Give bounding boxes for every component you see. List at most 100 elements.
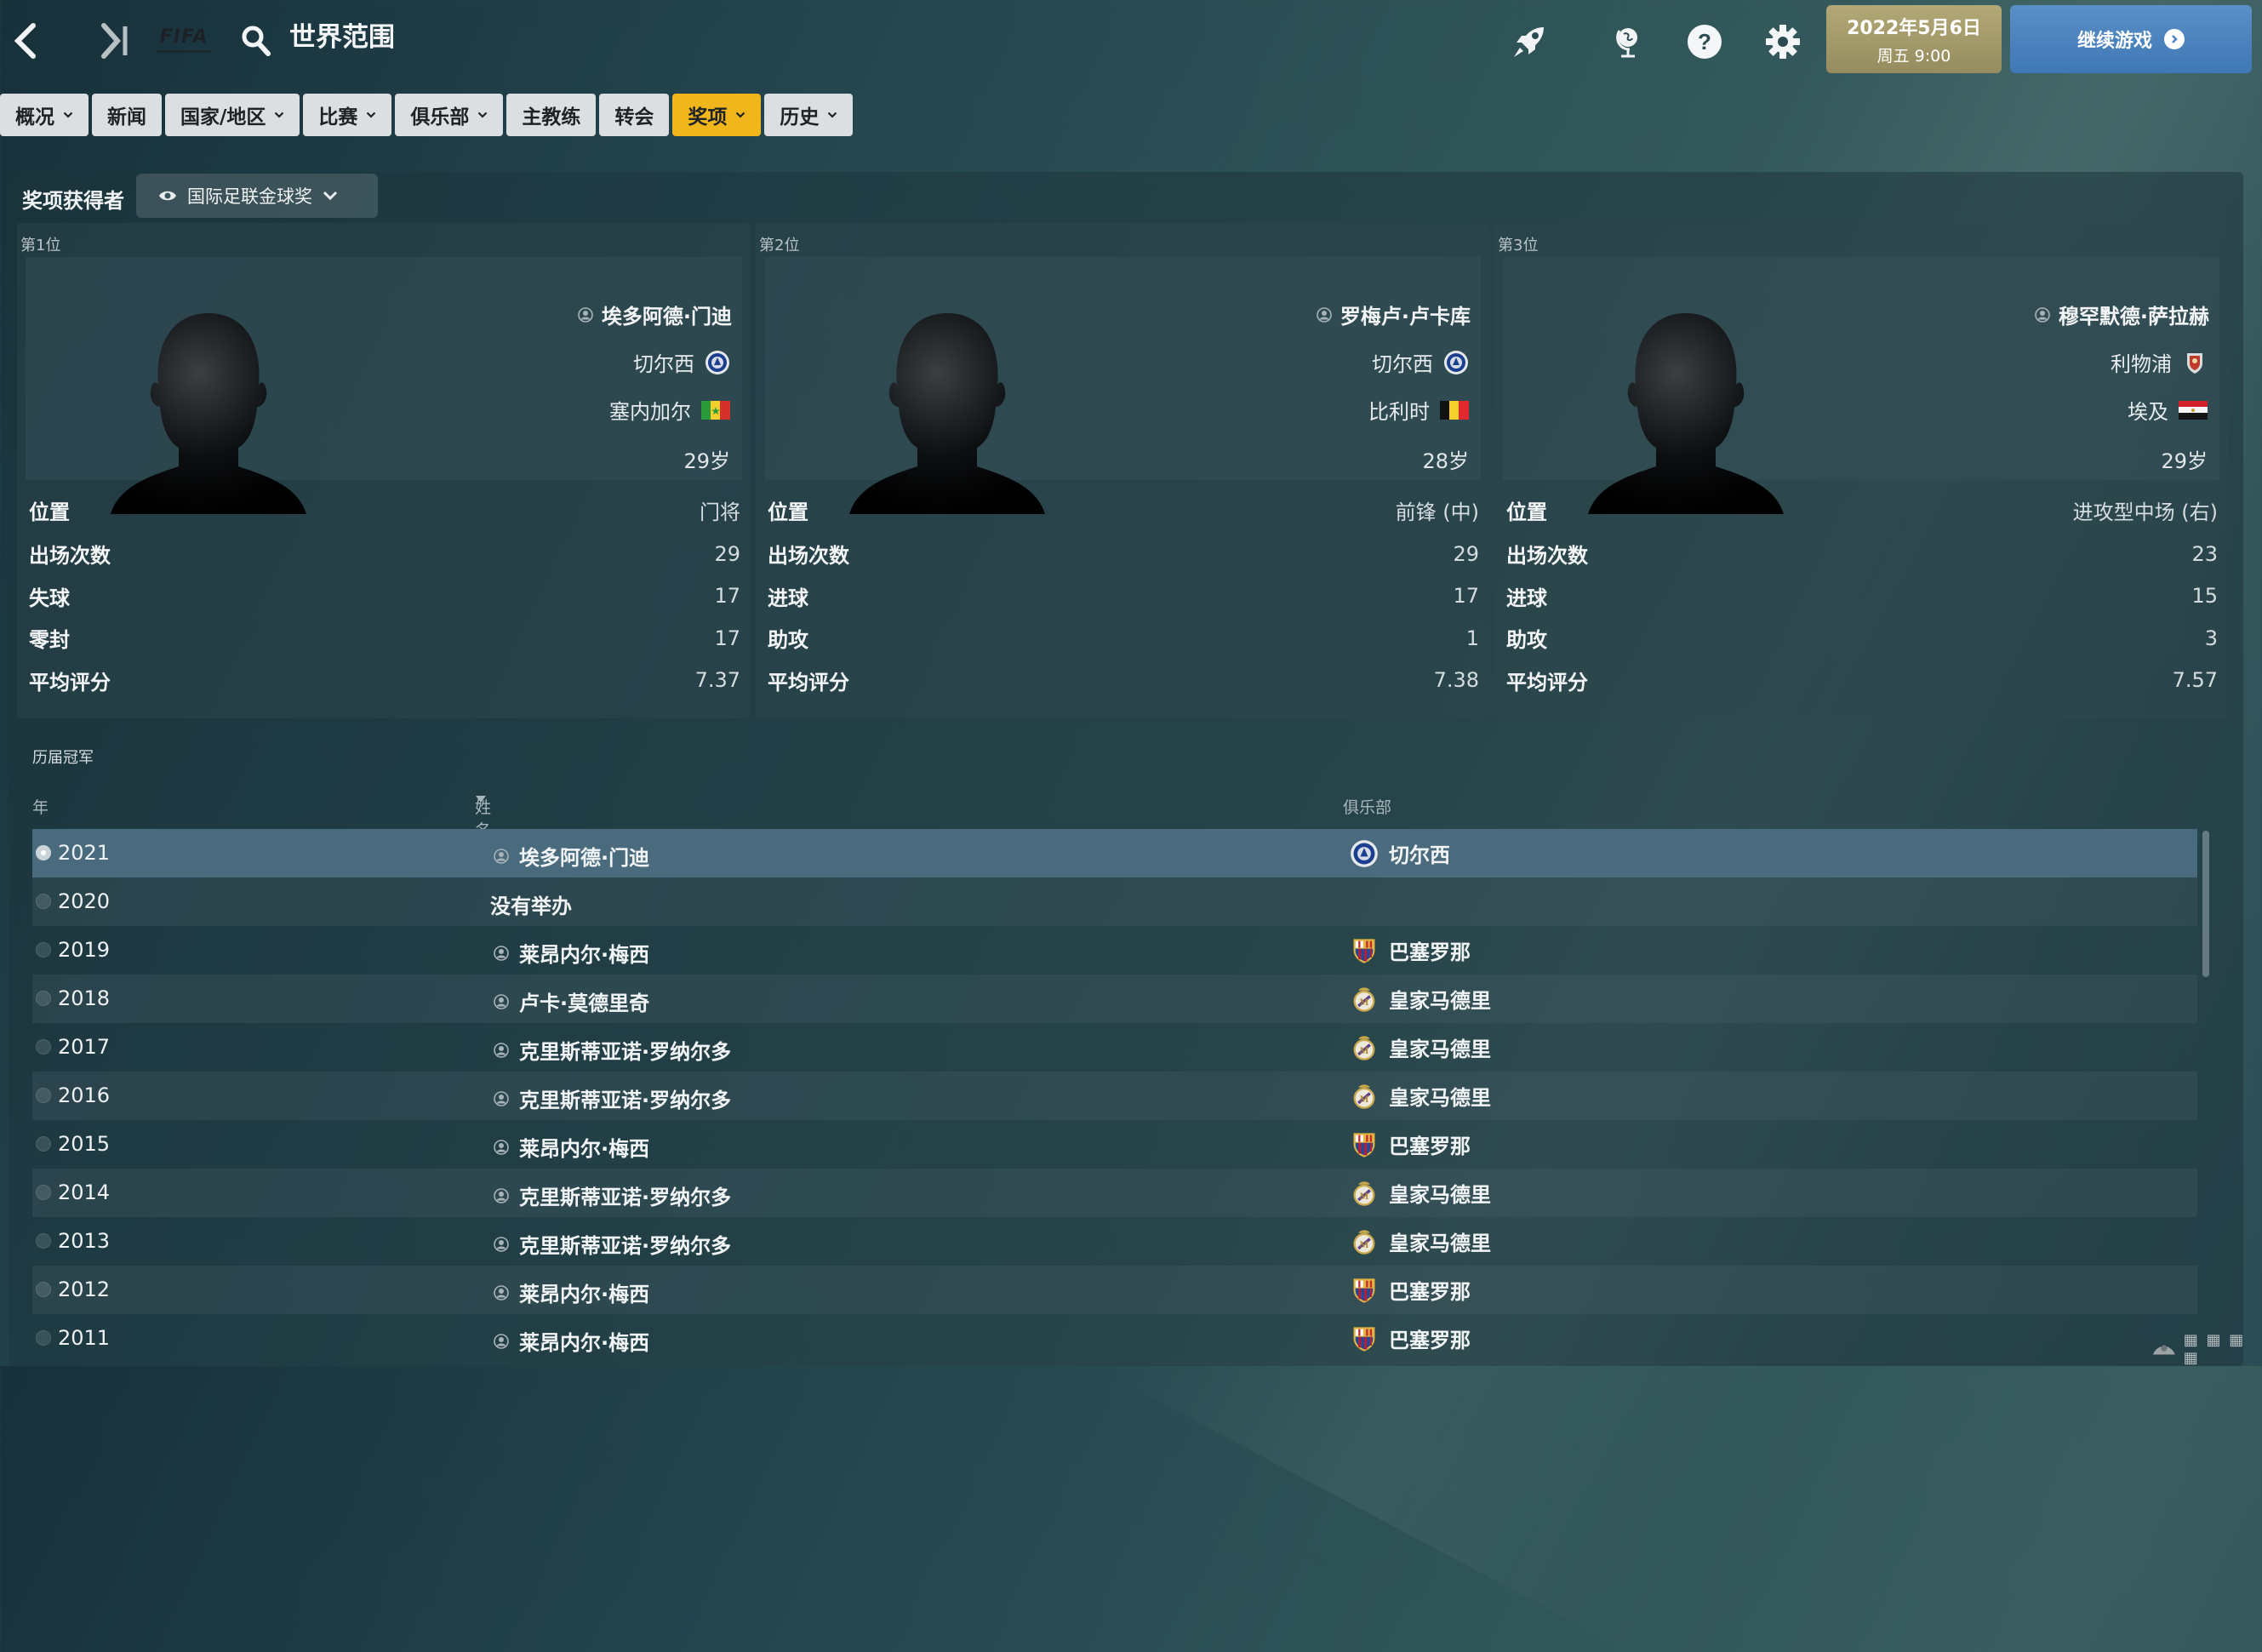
row-club-link[interactable]: M 皇家马德里	[1350, 984, 1491, 1014]
chevron-down-icon	[828, 111, 837, 118]
row-player-link[interactable]: 埃多阿德·门迪	[494, 841, 649, 871]
menu-tab-6[interactable]: 转会	[599, 94, 670, 136]
player-profile-icon	[2035, 306, 2050, 323]
row-select-radio[interactable]	[36, 942, 51, 957]
history-row[interactable]: 2014 克里斯蒂亚诺·罗纳尔多 M 皇家马德里	[32, 1169, 2197, 1217]
row-player-link[interactable]: 克里斯蒂亚诺·罗纳尔多	[494, 1180, 731, 1210]
player-name-link[interactable]: 罗梅卢·卢卡库	[1317, 300, 1471, 329]
column-header-name[interactable]: 姓名	[475, 795, 491, 840]
row-year: 2012	[58, 1278, 111, 1301]
row-select-radio[interactable]	[36, 1282, 51, 1297]
history-scrollbar[interactable]	[2202, 831, 2209, 977]
help-button[interactable]: ?	[1682, 19, 1728, 65]
row-player-link[interactable]: 克里斯蒂亚诺·罗纳尔多	[494, 1083, 731, 1113]
row-player-link[interactable]: 克里斯蒂亚诺·罗纳尔多	[494, 1035, 731, 1065]
player-portrait: 罗梅卢·卢卡库 切尔西 比利时 28岁	[764, 257, 1481, 514]
player-name-link[interactable]: 穆罕默德·萨拉赫	[2035, 300, 2209, 329]
row-club-link[interactable]: 巴塞罗那	[1350, 1323, 1471, 1353]
player-club-link[interactable]: 切尔西	[633, 347, 730, 377]
history-row[interactable]: 2019 莱昂内尔·梅西 巴塞罗那	[32, 926, 2197, 975]
arrow-circle-icon	[2164, 29, 2185, 49]
stat-label: 出场次数	[1506, 544, 1588, 569]
menu-tab-5[interactable]: 主教练	[506, 94, 597, 136]
row-select-radio[interactable]	[36, 1233, 51, 1249]
history-row[interactable]: 2016 克里斯蒂亚诺·罗纳尔多 M 皇家马德里	[32, 1072, 2197, 1120]
row-player-name: 莱昂内尔·梅西	[519, 1137, 650, 1161]
real-madrid-badge-icon: M	[1353, 986, 1375, 1012]
stat-label: 出场次数	[768, 544, 849, 569]
row-club-link[interactable]: M 皇家马德里	[1350, 1081, 1491, 1111]
menu-tab-4[interactable]: 俱乐部	[395, 94, 504, 136]
row-select-radio[interactable]	[36, 894, 51, 909]
row-club-link[interactable]: 切尔西	[1350, 838, 1450, 868]
stat-value: 17	[1453, 584, 1479, 609]
chelsea-badge-icon	[705, 350, 729, 374]
row-player-name: 克里斯蒂亚诺·罗纳尔多	[519, 1040, 732, 1064]
search-button[interactable]	[238, 22, 276, 60]
row-select-radio[interactable]	[36, 1136, 51, 1152]
row-player-link[interactable]: 莱昂内尔·梅西	[494, 1132, 649, 1162]
row-club-link[interactable]: 巴塞罗那	[1350, 1275, 1471, 1305]
rocket-button[interactable]	[1506, 19, 1552, 65]
row-player-name: 莱昂内尔·梅西	[519, 1283, 650, 1306]
menu-tab-2[interactable]: 国家/地区	[165, 94, 300, 136]
row-player-name: 埃多阿德·门迪	[519, 846, 650, 870]
player-name-link[interactable]: 埃多阿德·门迪	[578, 300, 732, 329]
row-select-radio[interactable]	[36, 1088, 51, 1103]
menu-tab-8[interactable]: 历史	[764, 94, 854, 136]
history-row[interactable]: 2015 莱昂内尔·梅西 巴塞罗那	[32, 1120, 2197, 1169]
player-club-link[interactable]: 利物浦	[2111, 347, 2208, 377]
history-row[interactable]: 2011 莱昂内尔·梅西 巴塞罗那	[32, 1314, 2197, 1363]
row-player-link[interactable]: 卢卡·莫德里奇	[494, 986, 649, 1016]
menu-tab-0[interactable]: 概况	[0, 94, 89, 136]
row-select-radio[interactable]	[36, 845, 51, 860]
stat-label: 助攻	[1506, 628, 1547, 653]
row-select-radio[interactable]	[36, 1330, 51, 1346]
row-club-link[interactable]: 巴塞罗那	[1350, 1129, 1471, 1159]
row-player-link[interactable]: 克里斯蒂亚诺·罗纳尔多	[494, 1229, 731, 1259]
player-age: 29岁	[683, 449, 730, 473]
question-icon: ?	[1688, 25, 1722, 59]
history-row[interactable]: 2020 没有举办	[32, 877, 2197, 926]
back-button[interactable]	[0, 15, 51, 66]
forward-button[interactable]	[89, 15, 140, 66]
row-club-link[interactable]: M 皇家马德里	[1350, 1178, 1491, 1208]
row-club-name: 皇家马德里	[1389, 1232, 1491, 1255]
player-name: 罗梅卢·卢卡库	[1339, 305, 1471, 329]
menu-tab-1[interactable]: 新闻	[92, 94, 162, 136]
row-select-radio[interactable]	[36, 1039, 51, 1055]
player-nation-link[interactable]: 塞内加尔	[609, 395, 730, 425]
row-year: 2019	[58, 938, 111, 962]
history-row[interactable]: 2021 埃多阿德·门迪 切尔西	[32, 829, 2197, 877]
column-header-club[interactable]: 俱乐部	[1343, 795, 1391, 818]
row-club-link[interactable]: 巴塞罗那	[1350, 935, 1471, 965]
chevron-right-bar-icon	[101, 23, 128, 59]
row-club-link[interactable]: M 皇家马德里	[1350, 1226, 1491, 1256]
row-club-link[interactable]: M 皇家马德里	[1350, 1032, 1491, 1062]
history-row[interactable]: 2018 卢卡·莫德里奇 M 皇家马德里	[32, 975, 2197, 1023]
continue-game-button[interactable]: 继续游戏	[2010, 5, 2252, 73]
row-player-link[interactable]: 莱昂内尔·梅西	[494, 938, 649, 968]
menu-tab-3[interactable]: 比赛	[303, 94, 392, 136]
column-header-year[interactable]: 年	[32, 795, 49, 818]
player-nation-link[interactable]: 比利时	[1368, 395, 1469, 425]
player-club-link[interactable]: 切尔西	[1372, 347, 1469, 377]
player-silhouette-image	[1588, 313, 1784, 514]
history-row[interactable]: 2013 克里斯蒂亚诺·罗纳尔多 M 皇家马德里	[32, 1217, 2197, 1266]
row-player-link[interactable]: 莱昂内尔·梅西	[494, 1278, 649, 1307]
stat-row: 出场次数 29	[27, 533, 742, 575]
player-profile-icon	[494, 1187, 509, 1203]
date-display[interactable]: 2022年5月6日 周五 9:00	[1826, 5, 2002, 73]
world-button[interactable]	[1605, 19, 1651, 65]
row-select-radio[interactable]	[36, 1185, 51, 1200]
row-player-link[interactable]: 莱昂内尔·梅西	[494, 1326, 649, 1356]
history-row[interactable]: 2017 克里斯蒂亚诺·罗纳尔多 M 皇家马德里	[32, 1023, 2197, 1072]
chevron-down-icon	[367, 111, 376, 118]
real-madrid-badge-icon: M	[1353, 1083, 1375, 1109]
settings-button[interactable]	[1760, 19, 1806, 65]
menu-tab-7[interactable]: 奖项	[672, 94, 762, 136]
row-select-radio[interactable]	[36, 991, 51, 1006]
player-nation-link[interactable]: 埃及	[2128, 395, 2208, 425]
history-row[interactable]: 2012 莱昂内尔·梅西 巴塞罗那	[32, 1266, 2197, 1314]
award-selector[interactable]: 国际足联金球奖	[136, 174, 378, 218]
